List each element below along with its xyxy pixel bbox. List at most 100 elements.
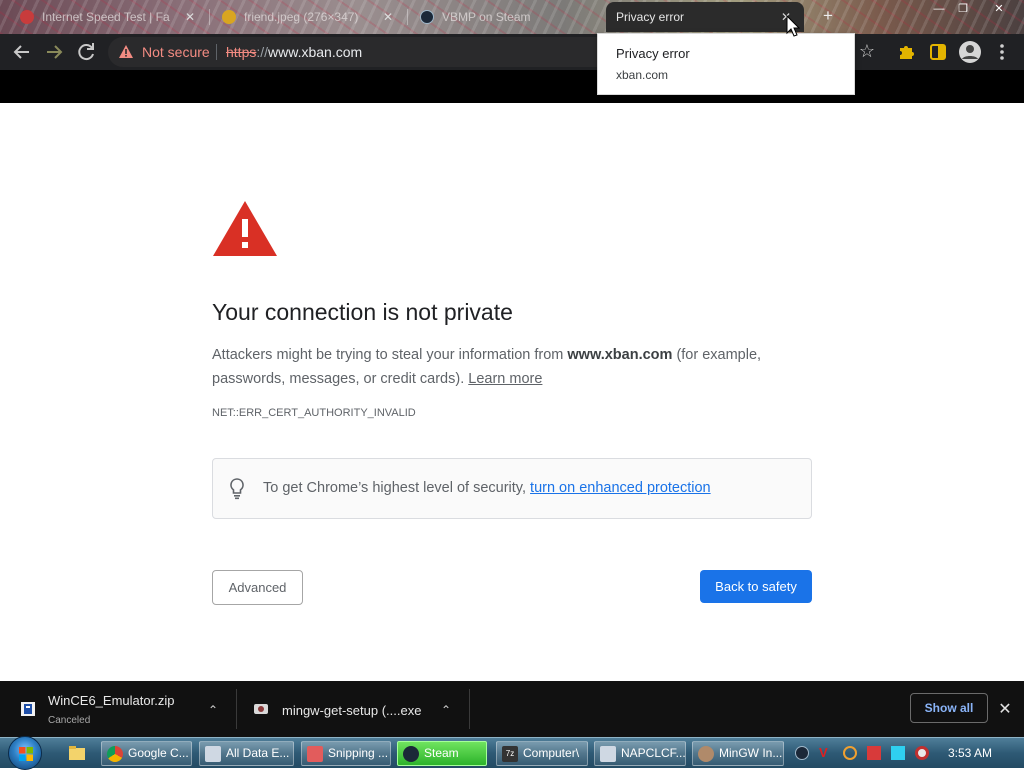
monitor-tray-icon[interactable] — [891, 746, 905, 760]
profile-button[interactable] — [958, 40, 982, 64]
image-favicon-icon — [222, 10, 236, 24]
hover-card-title: Privacy error — [616, 46, 690, 61]
download-divider — [469, 689, 470, 729]
zip-file-icon — [21, 702, 35, 716]
security-status-chip[interactable]: Not secure — [142, 44, 210, 60]
steam-favicon-icon — [420, 10, 434, 24]
system-clock[interactable]: 3:53 AM — [948, 746, 992, 760]
antivirus-tray-icon[interactable]: V — [819, 746, 833, 760]
taskbar-label: Snipping ... — [328, 746, 389, 760]
enhanced-protection-link[interactable]: turn on enhanced protection — [530, 480, 711, 496]
taskbar-item-mingw[interactable]: MinGW In... — [692, 741, 784, 766]
warning-description: Attackers might be trying to steal your … — [212, 343, 812, 391]
url-separator: :// — [256, 44, 269, 60]
taskbar-item-all-data[interactable]: All Data E... — [199, 741, 294, 766]
close-icon[interactable]: ✕ — [996, 701, 1014, 719]
steam-icon — [403, 746, 419, 762]
taskbar-label: NAPCLCF... — [621, 746, 686, 760]
chevron-up-icon[interactable]: ⌃ — [206, 703, 220, 717]
mouse-cursor-icon — [786, 15, 800, 37]
taskbar-item-napclcf[interactable]: NAPCLCF... — [594, 741, 686, 766]
start-button[interactable] — [8, 736, 42, 770]
flag-tray-icon[interactable] — [867, 746, 881, 760]
search-tray-icon[interactable] — [843, 746, 857, 760]
taskbar-item-computer[interactable]: 7z Computer\ — [496, 741, 588, 766]
installer-file-icon — [254, 704, 268, 714]
maximize-button[interactable]: ❐ — [952, 1, 974, 17]
taskbar-item-snipping[interactable]: Snipping ... — [301, 741, 391, 766]
steam-tray-icon[interactable] — [795, 746, 809, 760]
tab-speed-test[interactable]: Internet Speed Test | Fa ✕ — [10, 2, 208, 32]
arrow-left-icon — [13, 45, 29, 59]
browser-toolbar: Not secure https://www.xban.com ☆ — [0, 34, 1024, 70]
hover-card-host: xban.com — [616, 68, 669, 82]
extensions-button[interactable] — [894, 40, 918, 64]
taskbar-label: All Data E... — [226, 746, 290, 760]
taskbar-label: Computer\ — [523, 746, 580, 760]
chevron-up-icon[interactable]: ⌃ — [439, 703, 453, 717]
desc-prefix: Attackers might be trying to steal your … — [212, 347, 568, 363]
tab-privacy-error[interactable]: Privacy error ✕ — [606, 2, 804, 32]
taskbar-item-chrome[interactable]: Google C... — [101, 741, 192, 766]
desc-host: www.xban.com — [567, 347, 673, 363]
url-text[interactable]: https://www.xban.com — [226, 44, 362, 60]
scissors-icon — [307, 746, 323, 762]
error-code: NET::ERR_CERT_AUTHORITY_INVALID — [212, 407, 416, 419]
mingw-icon — [698, 746, 714, 762]
window-close-button[interactable]: ✕ — [988, 1, 1010, 17]
tab-title: VBMP on Steam — [442, 10, 531, 24]
speaker-tray-icon[interactable] — [915, 746, 929, 760]
download-item[interactable]: mingw-get-setup (....exe ⌃ — [237, 681, 469, 737]
reload-button[interactable] — [74, 40, 98, 64]
tab-close-icon[interactable]: ✕ — [380, 9, 396, 25]
kebab-menu-icon — [1000, 44, 1004, 60]
chrome-icon — [107, 746, 123, 762]
warning-icon — [213, 201, 277, 256]
file-explorer-icon[interactable] — [68, 744, 86, 762]
tab-steam[interactable]: VBMP on Steam — [410, 2, 604, 32]
tab-title: friend.jpeg (276×347) — [244, 10, 359, 24]
download-shelf: WinCE6_Emulator.zip Canceled ⌃ mingw-get… — [0, 681, 1024, 737]
tab-title: Internet Speed Test | Fa — [42, 10, 170, 24]
download-filename: WinCE6_Emulator.zip — [48, 693, 175, 708]
new-tab-button[interactable]: + — [818, 6, 838, 26]
tab-divider — [209, 9, 210, 25]
download-item[interactable]: WinCE6_Emulator.zip Canceled ⌃ — [0, 681, 236, 737]
window-icon — [600, 746, 616, 762]
windows-logo-icon — [19, 747, 33, 761]
tab-hover-card: Privacy error xban.com — [597, 33, 855, 95]
back-button[interactable] — [10, 40, 34, 64]
show-all-button[interactable]: Show all — [910, 693, 988, 723]
advanced-button[interactable]: Advanced — [212, 570, 303, 605]
minimize-button[interactable]: — — [928, 1, 950, 17]
taskbar-label: MinGW In... — [719, 746, 783, 760]
toolbar-bottom-band — [0, 70, 1024, 103]
side-panel-icon — [930, 44, 946, 60]
taskbar-item-steam[interactable]: Steam — [397, 741, 487, 766]
forward-button[interactable] — [42, 40, 66, 64]
windows-taskbar: Google C... All Data E... Snipping ... S… — [0, 736, 1024, 770]
taskbar-label: Google C... — [128, 746, 189, 760]
tab-title: Privacy error — [616, 10, 685, 24]
download-filename: mingw-get-setup (....exe — [282, 703, 422, 718]
taskbar-label: Steam — [424, 746, 459, 760]
tab-close-icon[interactable]: ✕ — [182, 9, 198, 25]
omnibox-divider — [216, 44, 217, 60]
learn-more-link[interactable]: Learn more — [468, 371, 542, 387]
side-panel-button[interactable] — [926, 40, 950, 64]
url-scheme: https — [226, 44, 257, 60]
bookmark-star-icon[interactable]: ☆ — [856, 40, 878, 62]
back-to-safety-button[interactable]: Back to safety — [700, 570, 812, 603]
tab-friend-image[interactable]: friend.jpeg (276×347) ✕ — [212, 2, 406, 32]
window-icon — [205, 746, 221, 762]
warning-triangle-icon — [119, 45, 133, 58]
security-prefix: To get Chrome’s highest level of securit… — [263, 480, 531, 496]
security-message: To get Chrome’s highest level of securit… — [263, 480, 711, 496]
arrow-right-icon — [47, 45, 63, 59]
enhanced-protection-box: To get Chrome’s highest level of securit… — [212, 458, 812, 519]
menu-button[interactable] — [990, 40, 1014, 64]
7zip-icon: 7z — [502, 746, 518, 762]
lightbulb-icon — [230, 478, 244, 500]
reload-icon — [78, 43, 94, 61]
speedtest-favicon-icon — [20, 10, 34, 24]
